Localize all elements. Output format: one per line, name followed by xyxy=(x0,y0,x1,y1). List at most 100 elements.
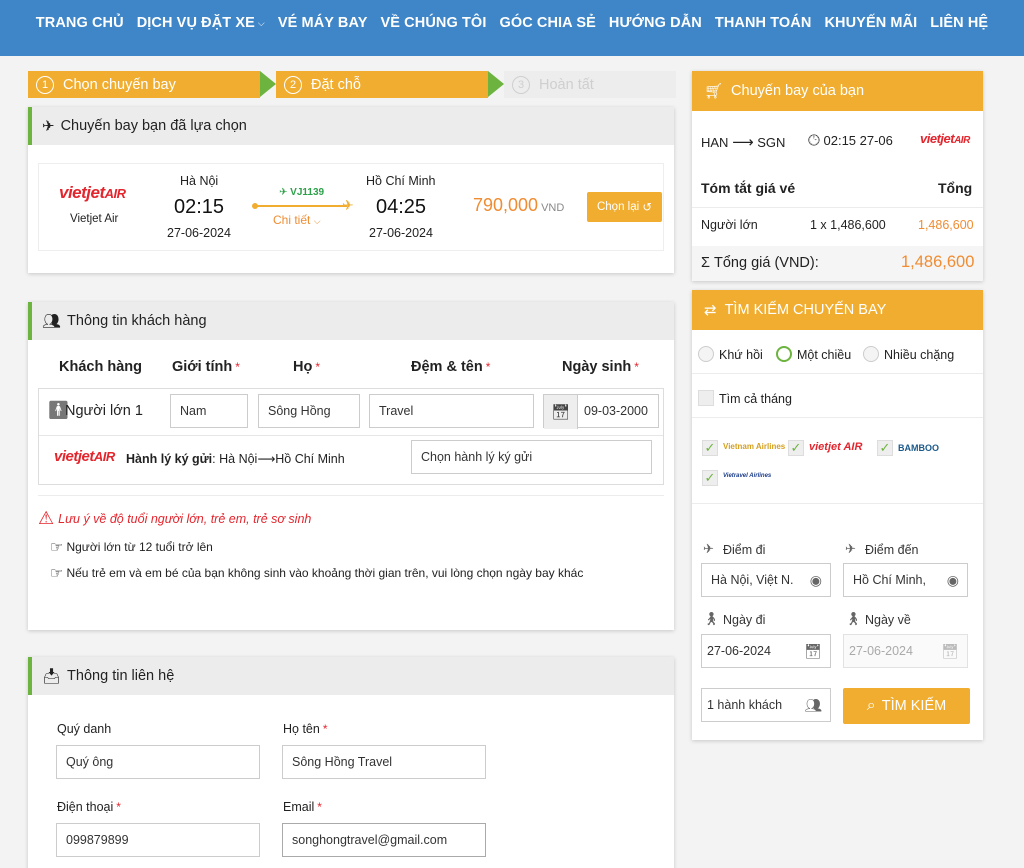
airplane-icon: ✈ xyxy=(845,541,856,556)
nav-blog[interactable]: GÓC CHIA SẺ xyxy=(493,15,602,31)
phone-input[interactable]: 099879899 xyxy=(56,823,260,857)
step-arrow xyxy=(488,71,504,97)
first-name-input[interactable]: Travel xyxy=(369,394,534,428)
step-label: Đặt chỗ xyxy=(311,76,361,93)
round-trip-radio[interactable] xyxy=(698,346,714,362)
nav-flight-tickets[interactable]: VÉ MÁY BAY xyxy=(271,15,374,31)
calendar-icon: 📅︎ xyxy=(804,643,822,659)
step-label: Hoàn tất xyxy=(539,76,594,93)
rechoose-button[interactable]: Chọn lại ↺ xyxy=(587,192,662,222)
airline-checkbox-vietjet[interactable]: ✓ xyxy=(788,440,804,456)
passenger-count-value: 1 hành khách xyxy=(707,698,783,712)
divider xyxy=(692,373,983,374)
multi-city-label: Nhiều chặng xyxy=(884,348,955,362)
origin-value: Hà Nội, Việt N. xyxy=(711,573,794,587)
panel-header: 🛒︎ Chuyến bay của bạn xyxy=(692,71,983,111)
refresh-icon: ⇄ xyxy=(704,302,717,319)
airline-name: Vietjet Air xyxy=(70,213,119,225)
divider xyxy=(692,207,983,208)
contact-info-panel: 📥︎ Thông tin liên hệ Quý danh Quý ông Họ … xyxy=(28,657,674,868)
baggage-select[interactable]: Chọn hành lý ký gửi xyxy=(411,440,652,474)
arrival-city: Hồ Chí Minh xyxy=(366,174,436,188)
phone-label: Điện thoại * xyxy=(57,800,121,814)
nav-guide[interactable]: HƯỚNG DẪN xyxy=(602,15,708,31)
flight-search-panel: ⇄ TÌM KIẾM CHUYẾN BAY Khứ hồi Một chiều N… xyxy=(692,290,983,740)
users-icon: 👥︎ xyxy=(804,697,822,713)
depart-date-input[interactable]: 27-06-2024 📅︎ xyxy=(701,634,831,668)
salutation-label: Quý danh xyxy=(57,722,112,736)
search-button[interactable]: ⌕ TÌM KIẾM xyxy=(843,688,970,724)
airplane-icon: ✈ xyxy=(42,118,55,135)
nav-contact[interactable]: LIÊN HỆ xyxy=(924,15,995,31)
origin-label: Điểm đi xyxy=(723,543,766,557)
nav-home[interactable]: TRANG CHỦ xyxy=(29,15,130,31)
return-date-label: Ngày về xyxy=(865,613,911,627)
nav-car-service[interactable]: DỊCH VỤ ĐẶT XE ⌵ xyxy=(130,15,271,31)
fare-summary-label: Tóm tắt giá vé xyxy=(701,180,796,196)
step-number: 3 xyxy=(512,75,530,94)
warning-icon: ⚠ xyxy=(38,508,55,528)
flight-time: 🕒︎ 02:15 27-06 xyxy=(808,132,893,149)
hand-point-icon: ☞ xyxy=(50,539,64,556)
hand-point-icon: ☞ xyxy=(50,565,64,582)
flight-detail-link[interactable]: Chi tiết ⌵ xyxy=(273,213,321,227)
origin-input[interactable]: Hà Nội, Việt N. ◉ xyxy=(701,563,831,597)
divider xyxy=(38,495,664,496)
walking-person-icon: 🚶︎ xyxy=(845,611,862,626)
age-warning: ⚠ Lưu ý về độ tuổi người lớn, trẻ em, trẻ… xyxy=(38,508,312,528)
route-summary: HAN ⟶ SGN xyxy=(701,134,786,151)
col-header-dob: Ngày sinh * xyxy=(562,359,639,375)
step-label: Chọn chuyến bay xyxy=(63,76,176,93)
search-icon: ⌕ xyxy=(866,697,876,714)
one-way-radio[interactable] xyxy=(776,346,792,362)
dob-value: 09-03-2000 xyxy=(584,404,648,418)
multi-city-radio[interactable] xyxy=(863,346,879,362)
arrival-time: 04:25 xyxy=(376,196,427,218)
whole-month-label: Tìm cả tháng xyxy=(719,392,792,406)
airline-checkbox-vietravel[interactable]: ✓ xyxy=(702,470,718,486)
email-input[interactable]: songhongtravel@gmail.com xyxy=(282,823,486,857)
flight-card: vietjetAIR Vietjet Air Hà Nội 02:15 27-0… xyxy=(38,163,664,251)
one-way-label: Một chiều xyxy=(797,348,852,362)
return-date-value: 27-06-2024 xyxy=(849,644,913,658)
divider xyxy=(39,435,663,436)
location-pin-icon: ◉ xyxy=(809,572,822,588)
departure-time: 02:15 xyxy=(174,196,225,218)
full-name-input[interactable]: Sông Hồng Travel xyxy=(282,745,486,779)
cart-icon: 🛒︎ xyxy=(704,83,724,100)
destination-label: Điểm đến xyxy=(865,543,919,557)
step-select-flight: 1 Chọn chuyến bay xyxy=(28,71,260,98)
last-name-input[interactable]: Sông Hồng xyxy=(258,394,360,428)
dob-input[interactable]: 📅︎ 09-03-2000 xyxy=(543,394,659,429)
nav-about[interactable]: VỀ CHÚNG TÔI xyxy=(374,15,493,31)
calendar-icon: 📅︎ xyxy=(544,395,578,429)
depart-date-value: 27-06-2024 xyxy=(707,644,771,658)
salutation-select[interactable]: Quý ông xyxy=(56,745,260,779)
departure-date: 27-06-2024 xyxy=(167,226,231,240)
departure-city: Hà Nội xyxy=(180,174,219,188)
airline-checkbox-vietnam-airlines[interactable]: ✓ xyxy=(702,440,718,456)
panel-title: TÌM KIẾM CHUYẾN BAY xyxy=(724,302,887,318)
destination-input[interactable]: Hồ Chí Minh, ◉ xyxy=(843,563,968,597)
step-booking: 2 Đặt chỗ xyxy=(276,71,488,98)
vietjet-logo: vietjetAIR xyxy=(59,183,126,202)
clock-icon: 🕒︎ xyxy=(808,132,820,149)
passenger-count-input[interactable]: 1 hành khách 👥︎ xyxy=(701,688,831,722)
passenger-label: Người lớn 1 xyxy=(65,403,143,419)
selected-flight-panel: ✈ Chuyến bay bạn đã lựa chọn vietjetAIR V… xyxy=(28,107,674,273)
vietnam-airlines-logo: Vietnam Airlines xyxy=(723,442,786,451)
airline-checkbox-bamboo[interactable]: ✓ xyxy=(877,440,893,456)
panel-title: Chuyến bay của bạn xyxy=(731,83,865,99)
panel-title: Chuyến bay bạn đã lựa chọn xyxy=(60,118,247,134)
nav-payment[interactable]: THANH TOÁN xyxy=(708,15,818,31)
whole-month-checkbox[interactable]: ✓ xyxy=(698,390,714,406)
return-date-input[interactable]: 27-06-2024 📅︎ xyxy=(843,634,968,668)
gender-select[interactable]: Nam xyxy=(170,394,248,428)
step-complete: 3 Hoàn tất xyxy=(504,71,676,98)
grand-total-value: 1,486,600 xyxy=(901,253,975,271)
calendar-icon: 📅︎ xyxy=(941,643,959,659)
col-header-customer: Khách hàng xyxy=(59,359,142,375)
nav-promotions[interactable]: KHUYẾN MÃI xyxy=(818,15,924,31)
top-navigation: TRANG CHỦ DỊCH VỤ ĐẶT XE ⌵ VÉ MÁY BAY VỀ … xyxy=(0,0,1024,56)
airplane-icon: ✈ xyxy=(703,541,714,556)
